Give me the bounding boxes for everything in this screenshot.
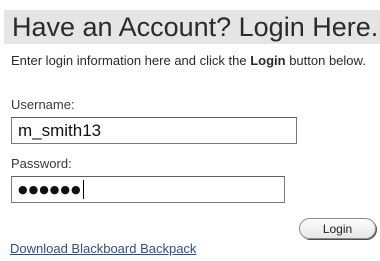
username-label: Username: <box>11 97 75 112</box>
download-backpack-link[interactable]: Download Blackboard Backpack <box>10 241 196 257</box>
password-input[interactable]: ●●●●●● <box>11 176 285 203</box>
login-instructions: Enter login information here and click t… <box>11 53 366 69</box>
instructions-text-end: button below. <box>285 53 366 68</box>
login-button[interactable]: Login <box>299 218 376 239</box>
login-panel: Have an Account? Login Here. Enter login… <box>0 0 380 261</box>
instructions-text-start: Enter login information here and click t… <box>11 53 251 68</box>
username-input[interactable] <box>11 117 297 144</box>
page-title: Have an Account? Login Here. <box>12 12 379 42</box>
password-mask: ●●●●●● <box>18 183 82 196</box>
instructions-bold-login: Login <box>250 53 286 68</box>
text-caret <box>82 180 84 199</box>
password-label: Password: <box>11 156 72 171</box>
